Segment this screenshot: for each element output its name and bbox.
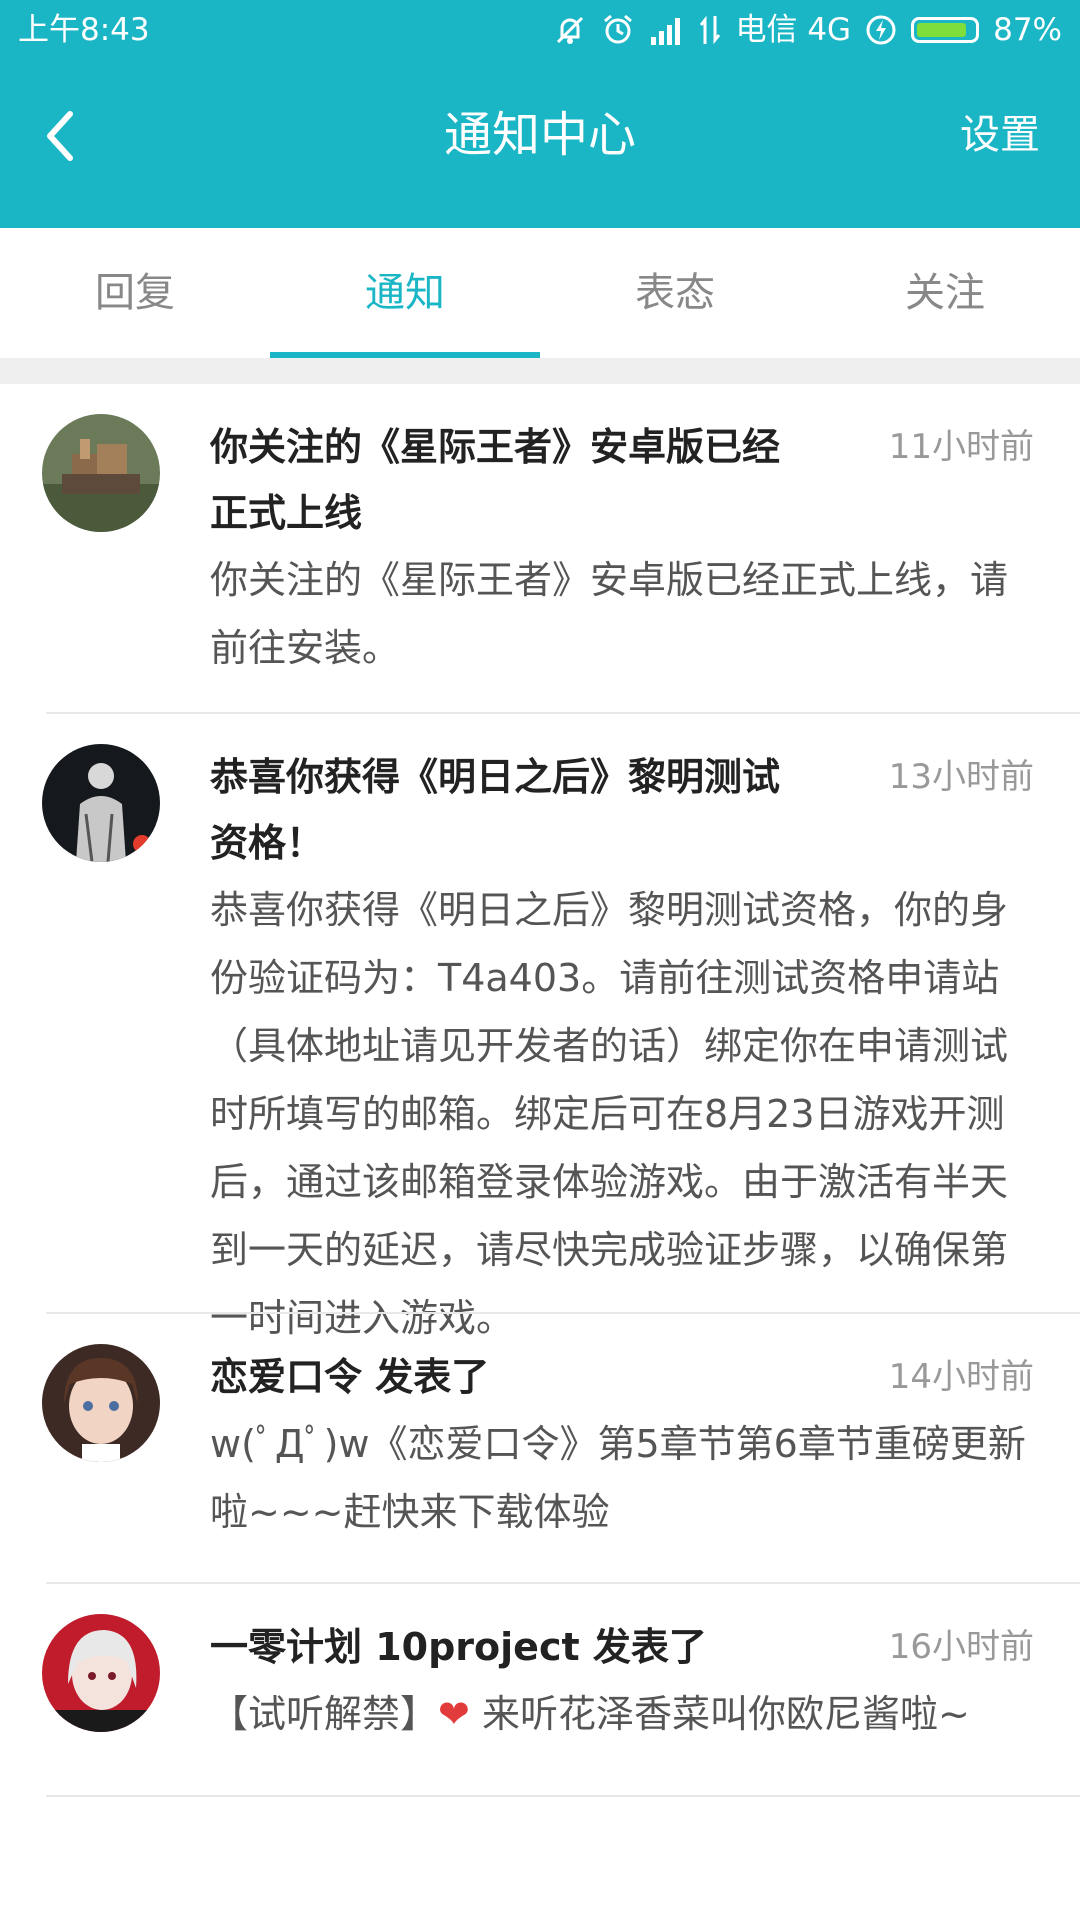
notification-header: 恭喜你获得《明日之后》黎明测试资格！ 13小时前 <box>210 744 1034 876</box>
notification-body: 你关注的《星际王者》安卓版已经正式上线，请前往安装。 <box>210 558 1009 670</box>
settings-button[interactable]: 设置 <box>960 60 1040 210</box>
avatar <box>42 1344 160 1462</box>
avatar <box>42 414 160 532</box>
notification-list: 你关注的《星际王者》安卓版已经正式上线 11小时前 你关注的《星际王者》安卓版已… <box>0 384 1080 1797</box>
notification-header: 恋爱口令 发表了 14小时前 <box>210 1344 1034 1410</box>
notification-body: w(ﾟДﾟ)w《恋爱口令》第5章节第6章节重磅更新啦~~~赶快来下载体验 <box>210 1422 1026 1534</box>
tab-label: 通知 <box>365 270 445 316</box>
notification-body: 恭喜你获得《明日之后》黎明测试资格，你的身份验证码为：T4a403。请前往测试资… <box>210 888 1009 1340</box>
notification-title: 你关注的《星际王者》安卓版已经正式上线 <box>210 425 781 535</box>
notification-header: 你关注的《星际王者》安卓版已经正式上线 11小时前 <box>210 414 1034 546</box>
nav-bar: 通知中心 设置 <box>0 60 1080 228</box>
battery-icon <box>911 17 980 43</box>
body-suffix: 来听花泽香菜叫你欧尼酱啦~ <box>469 1692 970 1736</box>
tab-label: 关注 <box>905 270 985 316</box>
signal-icon <box>649 15 685 45</box>
notification-item[interactable]: 一零计划 10project 发表了 16小时前 【试听解禁】❤ 来听花泽香菜叫… <box>0 1584 1080 1797</box>
status-bar: 上午8:43 电信 4G 87% <box>0 0 1080 60</box>
tab-notice[interactable]: 通知 <box>270 228 540 358</box>
notification-time: 13小时前 <box>888 757 1034 797</box>
page-title: 通知中心 <box>443 107 636 163</box>
notification-header: 一零计划 10project 发表了 16小时前 <box>210 1614 1034 1680</box>
status-icons: 电信 4G 87% <box>553 0 1062 60</box>
tab-bar: 回复 通知 表态 关注 <box>0 228 1080 358</box>
body-prefix: 【试听解禁】 <box>210 1692 439 1736</box>
tab-label: 表态 <box>635 270 715 316</box>
battery-level-fill <box>917 23 966 37</box>
notification-body: 【试听解禁】❤ 来听花泽香菜叫你欧尼酱啦~ <box>210 1680 1030 1748</box>
notification-time: 16小时前 <box>888 1627 1034 1667</box>
section-divider <box>0 358 1080 384</box>
notification-item[interactable]: 恋爱口令 发表了 14小时前 w(ﾟДﾟ)w《恋爱口令》第5章节第6章节重磅更新… <box>0 1314 1080 1584</box>
mute-icon <box>553 13 587 47</box>
avatar <box>42 744 160 862</box>
notification-item[interactable]: 恭喜你获得《明日之后》黎明测试资格！ 13小时前 恭喜你获得《明日之后》黎明测试… <box>0 714 1080 1340</box>
carrier-label: 电信 4G <box>735 12 852 48</box>
battery-text: 87% <box>993 12 1062 48</box>
tab-label: 回复 <box>95 270 175 316</box>
notification-title: 恭喜你获得《明日之后》黎明测试资格！ <box>210 755 781 865</box>
notification-time: 14小时前 <box>888 1357 1034 1397</box>
notification-time: 11小时前 <box>888 427 1034 467</box>
notification-item[interactable]: 你关注的《星际王者》安卓版已经正式上线 11小时前 你关注的《星际王者》安卓版已… <box>0 384 1080 714</box>
avatar <box>42 1614 160 1732</box>
alarm-icon <box>601 13 635 47</box>
top-bar: 上午8:43 电信 4G 87% 通知中心 设置 <box>0 0 1080 228</box>
notification-title: 恋爱口令 发表了 <box>210 1355 490 1399</box>
charging-icon <box>865 14 897 46</box>
notification-title: 一零计划 10project 发表了 <box>210 1625 707 1669</box>
heart-icon: ❤ <box>438 1692 470 1736</box>
tab-reaction[interactable]: 表态 <box>540 228 810 358</box>
tab-follow[interactable]: 关注 <box>810 228 1080 358</box>
tab-reply[interactable]: 回复 <box>0 228 270 358</box>
data-arrows-icon <box>699 14 721 46</box>
status-time: 上午8:43 <box>18 12 150 48</box>
